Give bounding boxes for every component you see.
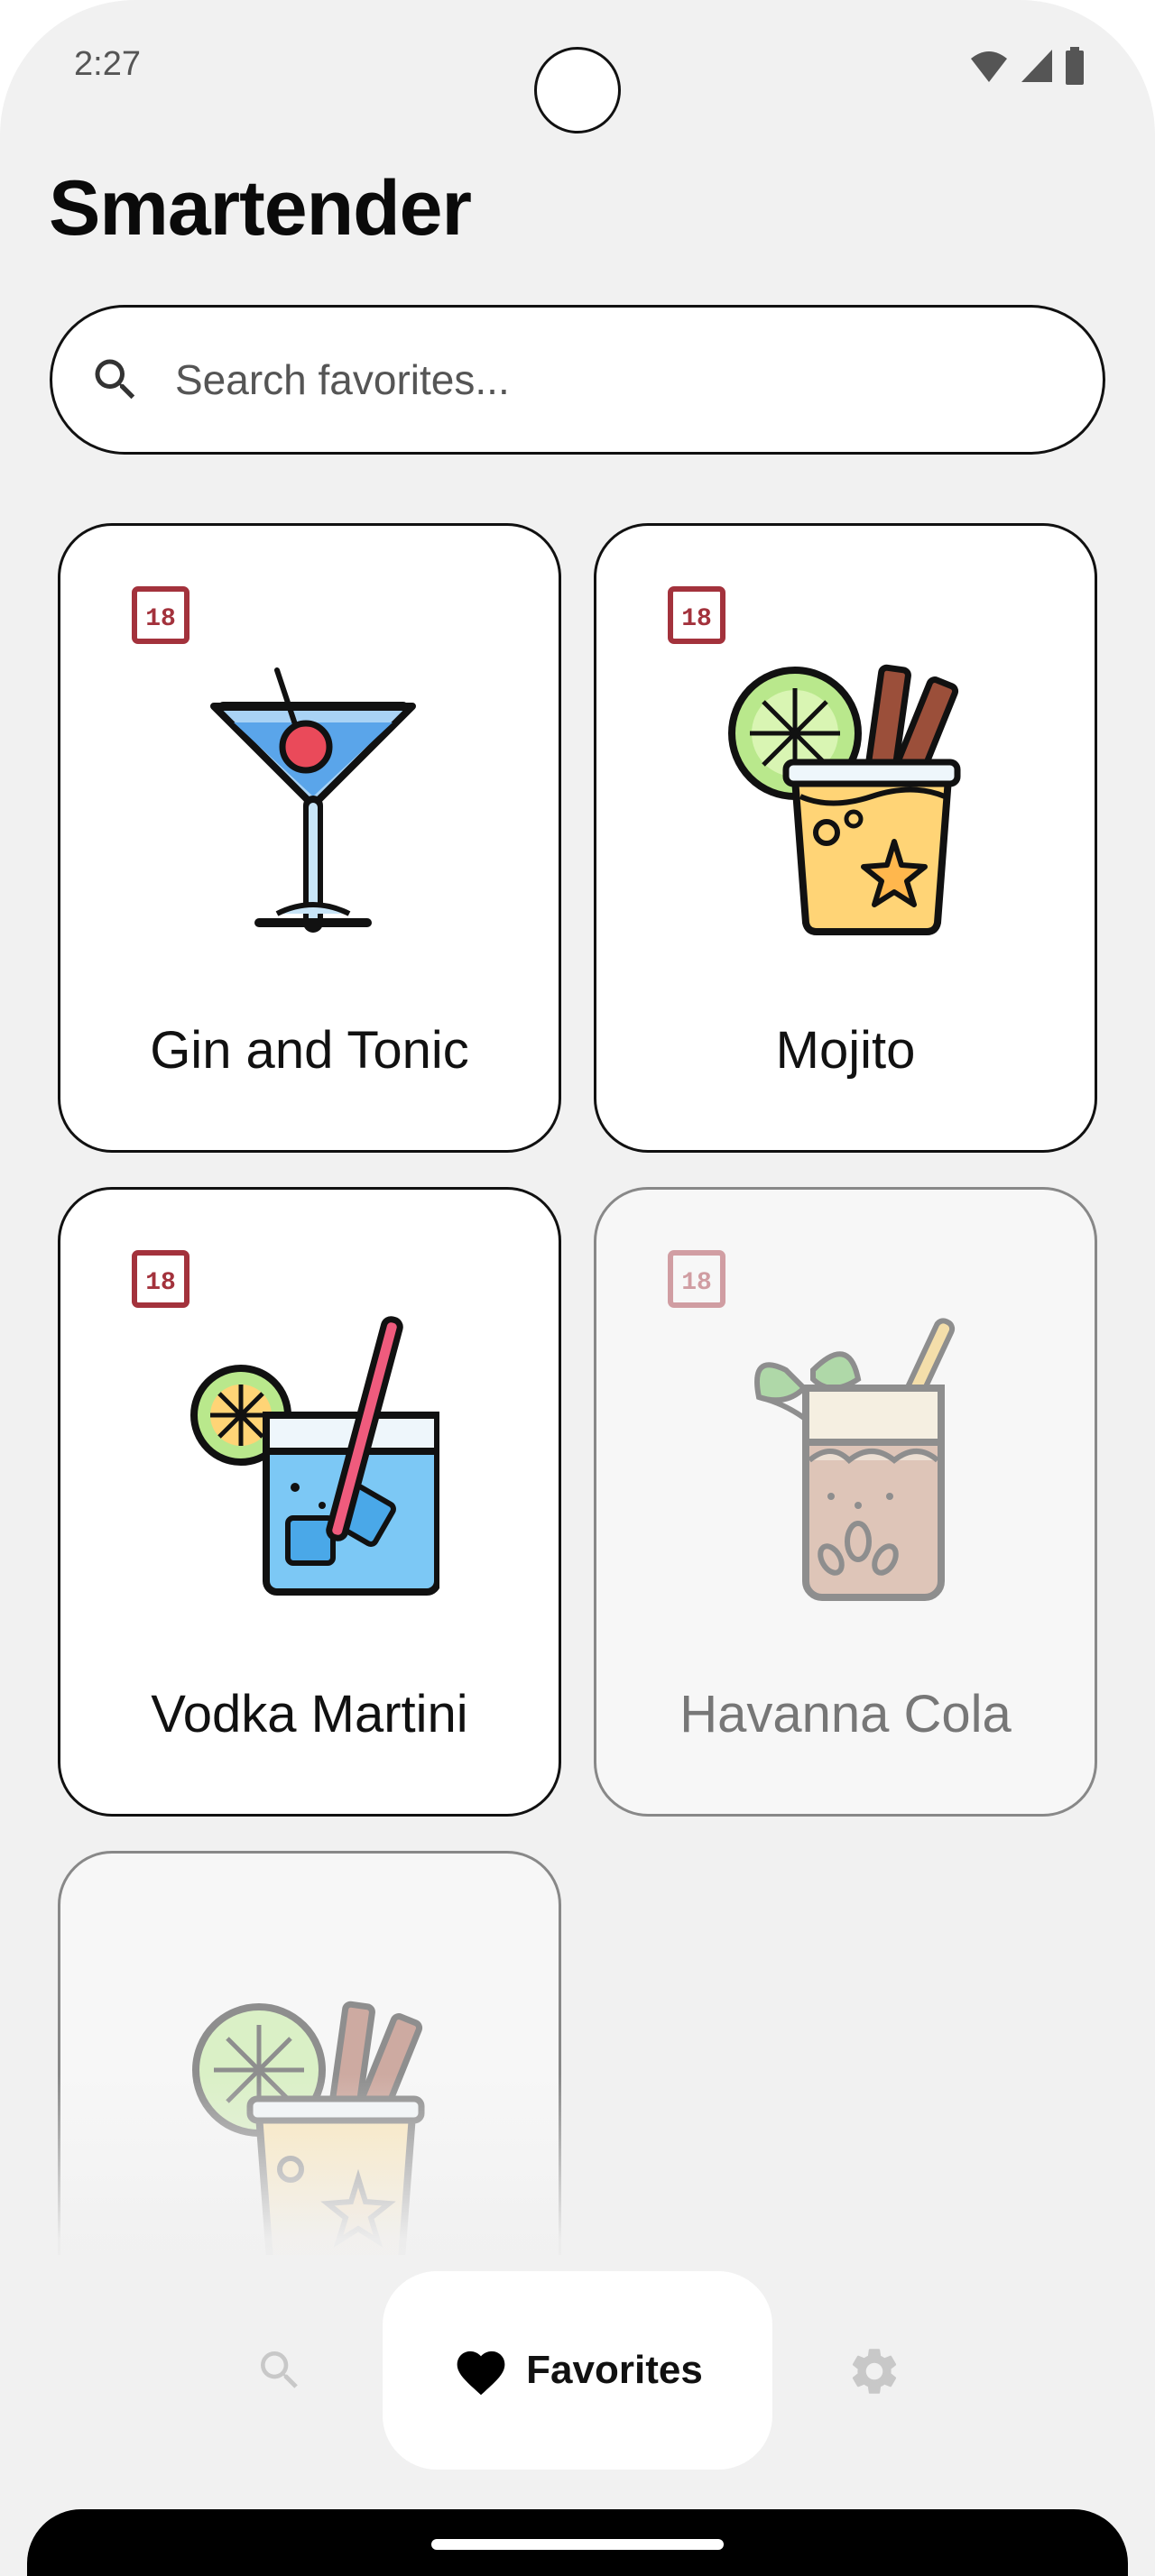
app-title: Smartender	[49, 165, 472, 252]
age-18-badge-icon: 18	[132, 586, 189, 644]
martini-glass-icon	[210, 667, 416, 933]
cocktail-lime-cinnamon-icon	[728, 664, 961, 935]
drink-name: Mojito	[775, 1021, 916, 1080]
svg-text:18: 18	[681, 605, 712, 633]
search-bar[interactable]	[50, 305, 1105, 455]
cola-glass-mint-icon	[754, 1318, 956, 1601]
battery-icon	[1066, 47, 1084, 85]
drink-card-gin-and-tonic[interactable]: 18 Gin and Tonic	[58, 523, 561, 1153]
wifi-icon	[971, 51, 1007, 82]
home-indicator[interactable]	[431, 2539, 724, 2550]
camera-cutout	[534, 47, 621, 133]
nav-favorites-button[interactable]: Favorites	[383, 2271, 772, 2470]
age-18-badge-icon: 18	[668, 1250, 725, 1308]
tumbler-lime-straw-icon	[190, 1316, 439, 1596]
drink-name: Gin and Tonic	[150, 1021, 469, 1080]
age-18-badge-icon: 18	[132, 1250, 189, 1308]
nav-favorites-label: Favorites	[526, 2348, 703, 2392]
search-icon	[95, 359, 135, 400]
search-input[interactable]	[175, 355, 987, 404]
status-icons	[969, 47, 1085, 85]
svg-text:18: 18	[145, 1269, 176, 1297]
heart-icon	[457, 2351, 505, 2396]
nav-search-icon[interactable]	[254, 2345, 305, 2396]
age-18-badge-icon: 18	[668, 586, 725, 644]
signal-icon	[1021, 50, 1052, 82]
drink-name: Havanna Cola	[679, 1685, 1012, 1743]
svg-text:18: 18	[681, 1269, 712, 1297]
status-time: 2:27	[74, 45, 141, 83]
drink-card-havanna-cola[interactable]: 18 Havanna Cola	[594, 1187, 1097, 1817]
drink-card-vodka-martini[interactable]: 18 Vodka Martini	[58, 1187, 561, 1817]
phone-screen: 2:27 Smartender 18	[0, 0, 1155, 2576]
drink-card-mojito[interactable]: 18 Mojito	[594, 523, 1097, 1153]
svg-text:18: 18	[145, 605, 176, 633]
gear-icon[interactable]	[846, 2343, 902, 2399]
drink-name: Vodka Martini	[151, 1685, 468, 1743]
